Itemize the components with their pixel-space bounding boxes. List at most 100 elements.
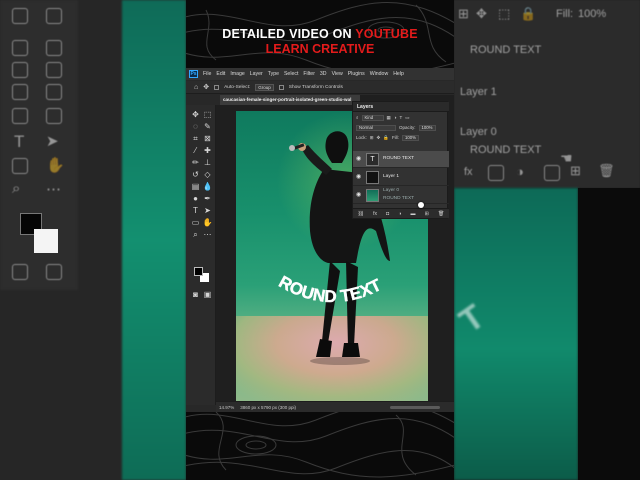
home-icon[interactable]: ⌂: [194, 84, 198, 91]
menu-help[interactable]: Help: [393, 71, 404, 77]
filter-adjust-icon[interactable]: ◑: [394, 115, 397, 120]
lock-pixels-icon[interactable]: ⊞: [370, 135, 374, 141]
blur-icon[interactable]: 💧: [202, 181, 213, 192]
tools-panel: ✥ ⬚ ◌ ✎ ⌗ ⊠ ⁄ ✚ ✏ ⊥ ↺ ◇ ▤ 💧 ● ✒ T ➤ ▭ ✋ …: [186, 105, 216, 405]
ghost-gradient-icon: [12, 84, 28, 100]
ghost-stamp-icon: [46, 40, 62, 56]
ghost-more-icon: ⋯: [46, 181, 61, 198]
fill-input[interactable]: 100%: [401, 134, 419, 141]
ghost-type-icon: T: [14, 132, 25, 151]
new-group-icon[interactable]: ▬: [411, 211, 416, 217]
menu-window[interactable]: Window: [370, 71, 388, 77]
zoom-icon[interactable]: ⌕: [190, 229, 201, 240]
ghost-history-icon: [12, 62, 28, 78]
filter-kind-select[interactable]: Kind: [361, 114, 384, 121]
path-select-icon[interactable]: ➤: [202, 205, 213, 216]
zoom-level[interactable]: 14.97%: [219, 405, 234, 410]
ghost-crop-icon: [46, 8, 62, 24]
new-layer-icon[interactable]: ⊞: [425, 211, 429, 217]
dodge-icon[interactable]: ●: [190, 193, 201, 204]
screen-mode-icon[interactable]: ▣: [202, 289, 213, 300]
menu-select[interactable]: Select: [284, 71, 298, 77]
ghost-round-text-2: ROUND TEXT: [470, 144, 542, 156]
move-icon[interactable]: ✥: [190, 109, 201, 120]
ps-logo-icon: Ps: [189, 70, 198, 78]
lock-move-icon[interactable]: ✥: [377, 135, 381, 141]
adjustment-icon[interactable]: ◑: [398, 211, 401, 217]
layers-lock-row: Lock: ⊞ ✥ 🔒 Fill: 100%: [353, 133, 449, 142]
document-tab[interactable]: caucasian-female-singer-portrait-isolate…: [220, 95, 360, 105]
add-mask-icon[interactable]: ◘: [386, 211, 389, 217]
lasso-icon[interactable]: ◌: [190, 121, 201, 132]
layer-row-layer1[interactable]: ◉ Layer 1: [353, 169, 449, 186]
document-dimensions: 3860 px x 5790 px (300 ppi): [240, 404, 297, 410]
ghost-zoom-icon: ⌕: [12, 180, 21, 197]
layer-name: ROUND TEXT: [383, 156, 415, 161]
layer-row-round-text[interactable]: ◉ T ROUND TEXT: [353, 151, 449, 168]
menu-file[interactable]: File: [203, 71, 211, 77]
group-select[interactable]: Group: [255, 83, 274, 91]
auto-select-label: Auto-Select:: [224, 84, 251, 90]
dragged-layer-ghost: ROUND TEXT: [383, 196, 415, 201]
healing-icon[interactable]: ✚: [202, 145, 213, 156]
ghost-folder-icon: [544, 165, 560, 181]
stamp-icon[interactable]: ⊥: [202, 157, 213, 168]
filter-shape-icon[interactable]: ▭: [405, 115, 409, 121]
delete-layer-icon[interactable]: 🗑: [438, 211, 444, 217]
bg-right-dark: [578, 188, 640, 480]
gradient-icon[interactable]: ▤: [190, 181, 201, 192]
opacity-input[interactable]: 100%: [418, 124, 436, 131]
eraser-icon[interactable]: ◇: [202, 169, 213, 180]
ghost-layer0: Layer 0: [460, 126, 497, 138]
menu-image[interactable]: Image: [230, 71, 244, 77]
blend-mode-select[interactable]: Normal: [356, 124, 396, 131]
rectangle-icon[interactable]: ▭: [190, 217, 201, 228]
brush-icon[interactable]: ✏: [190, 157, 201, 168]
auto-select-checkbox[interactable]: [214, 84, 220, 90]
ghost-trash-icon: 🗑: [598, 163, 615, 178]
layer-thumbnail: [366, 171, 379, 184]
type-icon[interactable]: T: [190, 205, 201, 216]
visibility-eye-icon[interactable]: ◉: [356, 192, 362, 198]
ghost-lockall-icon: 🔒: [520, 6, 537, 21]
menu-3d[interactable]: 3D: [320, 71, 327, 77]
menu-view[interactable]: View: [332, 71, 343, 77]
menu-filter[interactable]: Filter: [303, 71, 315, 77]
frame-icon[interactable]: ⊠: [202, 133, 213, 144]
ghost-fill-value: 100%: [578, 8, 607, 20]
fx-icon[interactable]: fx: [373, 211, 377, 217]
link-layers-icon[interactable]: ⛓: [358, 211, 364, 217]
marquee-icon[interactable]: ⬚: [202, 109, 213, 120]
menu-edit[interactable]: Edit: [216, 71, 225, 77]
filter-type-icon[interactable]: T: [400, 115, 403, 120]
ghost-move-icon: ✥: [476, 6, 487, 21]
horizontal-scrollbar[interactable]: [390, 406, 440, 409]
layer-name: Layer 0: [383, 188, 399, 193]
transform-controls-label: Show Transform Controls: [288, 84, 343, 90]
ghost-eraser-icon: [46, 62, 62, 78]
screenshot: T ➤ ✋ ⌕ ⋯ ⊞ ✥ ⬚ 🔒 Fill: 100% ROUND TEXT …: [0, 0, 640, 480]
foreground-color-swatch[interactable]: [194, 267, 203, 276]
transform-controls-checkbox[interactable]: [278, 84, 284, 90]
status-bar: 14.97% 3860 px x 5790 px (300 ppi): [216, 401, 454, 412]
layers-panel-title[interactable]: Layers: [357, 104, 373, 110]
crop-icon[interactable]: ⌗: [190, 133, 201, 144]
quick-select-icon[interactable]: ✎: [202, 121, 213, 132]
menu-plugins[interactable]: Plugins: [348, 71, 365, 77]
visibility-eye-icon[interactable]: ◉: [356, 174, 362, 180]
menu-layer[interactable]: Layer: [250, 71, 263, 77]
hand-icon[interactable]: ✋: [202, 217, 213, 228]
lock-all-icon[interactable]: 🔒: [383, 135, 389, 141]
visibility-eye-icon[interactable]: ◉: [356, 156, 362, 162]
bg-left-canvas-blur: [122, 0, 186, 480]
ghost-hand-icon: ✋: [46, 157, 65, 174]
move-tool-icon[interactable]: ✥: [203, 83, 209, 91]
eyedropper-icon[interactable]: ⁄: [190, 145, 201, 156]
pen-icon[interactable]: ✒: [202, 193, 213, 204]
menu-type[interactable]: Type: [268, 71, 279, 77]
quick-mask-icon[interactable]: ◙: [190, 289, 201, 300]
filter-pixel-icon[interactable]: ▦: [387, 115, 391, 121]
history-brush-icon[interactable]: ↺: [190, 169, 201, 180]
layer-row-layer0[interactable]: ◉ Layer 0 ROUND TEXT: [353, 187, 449, 204]
more-tools-icon[interactable]: ⋯: [202, 229, 213, 240]
